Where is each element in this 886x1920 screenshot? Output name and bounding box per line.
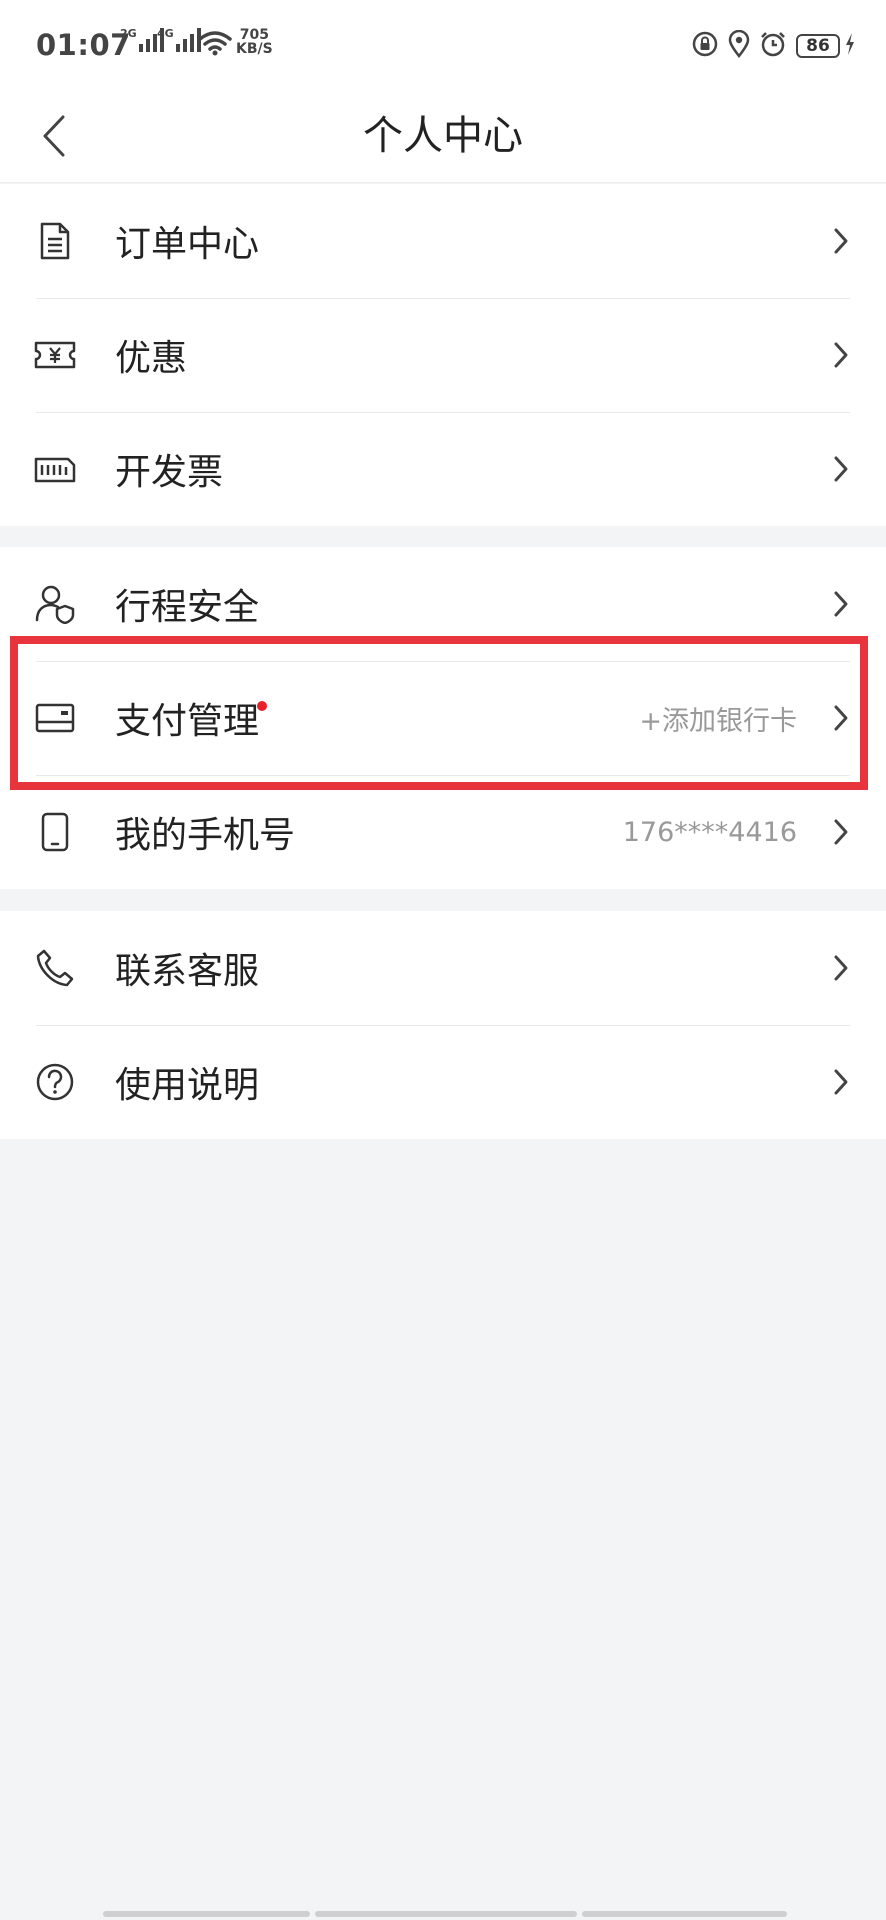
notification-dot	[257, 701, 268, 711]
status-time: 01:07	[36, 28, 131, 62]
add-bank-card-link[interactable]: +添加银行卡	[639, 699, 797, 738]
card-icon	[34, 697, 76, 739]
chevron-right-icon	[830, 454, 852, 484]
location-icon	[728, 29, 750, 62]
menu-item-label: 使用说明	[115, 1065, 260, 1106]
coupon-icon	[34, 334, 76, 376]
alarm-icon	[760, 31, 786, 61]
menu-item-invoice[interactable]: 开发票	[0, 412, 886, 526]
menu-item-label: 开发票	[115, 452, 224, 493]
chevron-right-icon	[830, 589, 852, 619]
charging-icon	[844, 32, 856, 60]
menu-item-customer-service[interactable]: 联系客服	[0, 911, 886, 1025]
invoice-icon	[34, 448, 76, 490]
page-title: 个人中心	[363, 113, 523, 159]
status-bar: 01:07 2G 4G 705 KB/S 86	[0, 0, 886, 90]
menu-item-order-center[interactable]: 订单中心	[0, 184, 886, 298]
chevron-right-icon	[830, 340, 852, 370]
chevron-right-icon	[830, 817, 852, 847]
network-type-4g: 4G	[157, 27, 174, 40]
document-icon	[34, 220, 76, 262]
chevron-right-icon	[830, 226, 852, 256]
battery-indicator: 86	[796, 34, 840, 58]
phone-icon	[34, 811, 76, 853]
status-icons: 86	[692, 29, 856, 62]
user-shield-icon	[34, 583, 76, 625]
menu-group-support: 联系客服 使用说明	[0, 911, 886, 1139]
signal-bars-icon	[175, 28, 201, 52]
menu-item-label: 订单中心	[115, 224, 260, 265]
app-header: 个人中心	[0, 90, 886, 183]
menu-item-label: 行程安全	[115, 587, 260, 628]
telephone-icon	[34, 947, 76, 989]
phone-number: 176****4416	[622, 816, 797, 848]
menu-item-trip-safety[interactable]: 行程安全	[0, 547, 886, 661]
question-icon	[34, 1061, 76, 1103]
menu-item-label: 优惠	[115, 338, 188, 379]
menu-item-user-guide[interactable]: 使用说明	[0, 1025, 886, 1139]
menu-group-orders: 订单中心 优惠 开发票	[0, 184, 886, 526]
rotation-lock-icon	[692, 31, 718, 61]
chevron-right-icon	[830, 1067, 852, 1097]
menu-item-label: 联系客服	[115, 951, 260, 992]
network-type-2g: 2G	[120, 27, 137, 40]
chevron-right-icon	[830, 953, 852, 983]
chevron-right-icon	[830, 703, 852, 733]
gesture-nav-bar[interactable]	[103, 1911, 787, 1917]
menu-item-my-phone[interactable]: 我的手机号 176****4416	[0, 775, 886, 889]
signal-4g: 4G	[157, 28, 201, 52]
menu-item-payment-management[interactable]: 支付管理 +添加银行卡	[0, 661, 886, 775]
back-button[interactable]	[24, 104, 84, 168]
menu-item-label: 支付管理	[115, 692, 269, 744]
network-speed: 705 KB/S	[236, 27, 273, 57]
chevron-left-icon	[43, 115, 65, 157]
menu-item-label: 我的手机号	[115, 815, 296, 856]
menu-group-account: 行程安全 支付管理 +添加银行卡 我的手机号 176****4416	[0, 547, 886, 889]
wifi-icon	[198, 30, 232, 60]
menu-item-discounts[interactable]: 优惠	[0, 298, 886, 412]
